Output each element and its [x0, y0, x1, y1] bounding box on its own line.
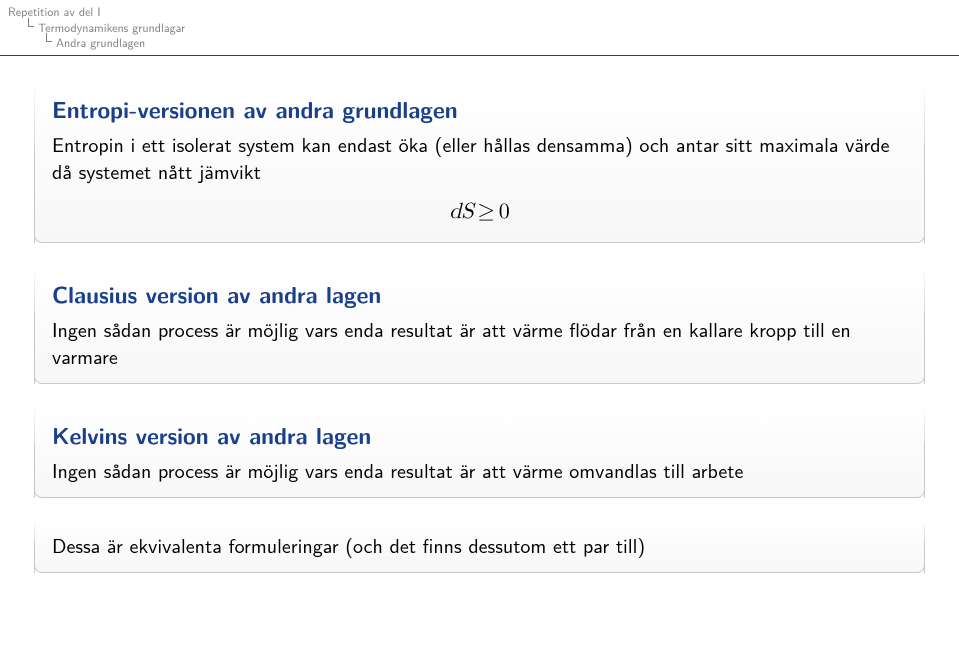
block-entropy-title: Entropi-versionen av andra grundlagen	[52, 92, 907, 125]
slide-content: Entropi-versionen av andra grundlagen En…	[0, 56, 959, 583]
block-clausius-body: Ingen sådan process är möjlig vars enda …	[52, 316, 907, 370]
tree-branch-icon	[26, 20, 34, 32]
breadcrumb-level2: Termodynamikens grundlagar	[8, 20, 951, 36]
block-kelvin-body: Ingen sådan process är möjlig vars enda …	[52, 457, 907, 484]
breadcrumb-level3: Andra grundlagen	[8, 35, 951, 51]
tree-branch-icon	[44, 35, 52, 47]
block-entropy: Entropi-versionen av andra grundlagen En…	[34, 80, 925, 243]
formula-rhs: 0	[499, 201, 510, 223]
formula-op: ≥	[474, 201, 499, 223]
block-equivalence: Dessa är ekvivalenta formuleringar (och …	[34, 520, 925, 573]
breadcrumb-level3-label: Andra grundlagen	[56, 35, 145, 51]
breadcrumb: Repetition av del I Termodynamikens grun…	[0, 0, 959, 53]
block-entropy-formula: dS≥0	[52, 199, 907, 225]
block-equivalence-body: Dessa är ekvivalenta formuleringar (och …	[52, 532, 907, 559]
formula-lhs: dS	[449, 201, 473, 223]
block-kelvin-title: Kelvins version av andra lagen	[52, 418, 907, 451]
block-kelvin: Kelvins version av andra lagen Ingen såd…	[34, 406, 925, 498]
block-clausius: Clausius version av andra lagen Ingen så…	[34, 265, 925, 384]
block-entropy-body: Entropin i ett isolerat system kan endas…	[52, 131, 907, 185]
block-clausius-title: Clausius version av andra lagen	[52, 277, 907, 310]
